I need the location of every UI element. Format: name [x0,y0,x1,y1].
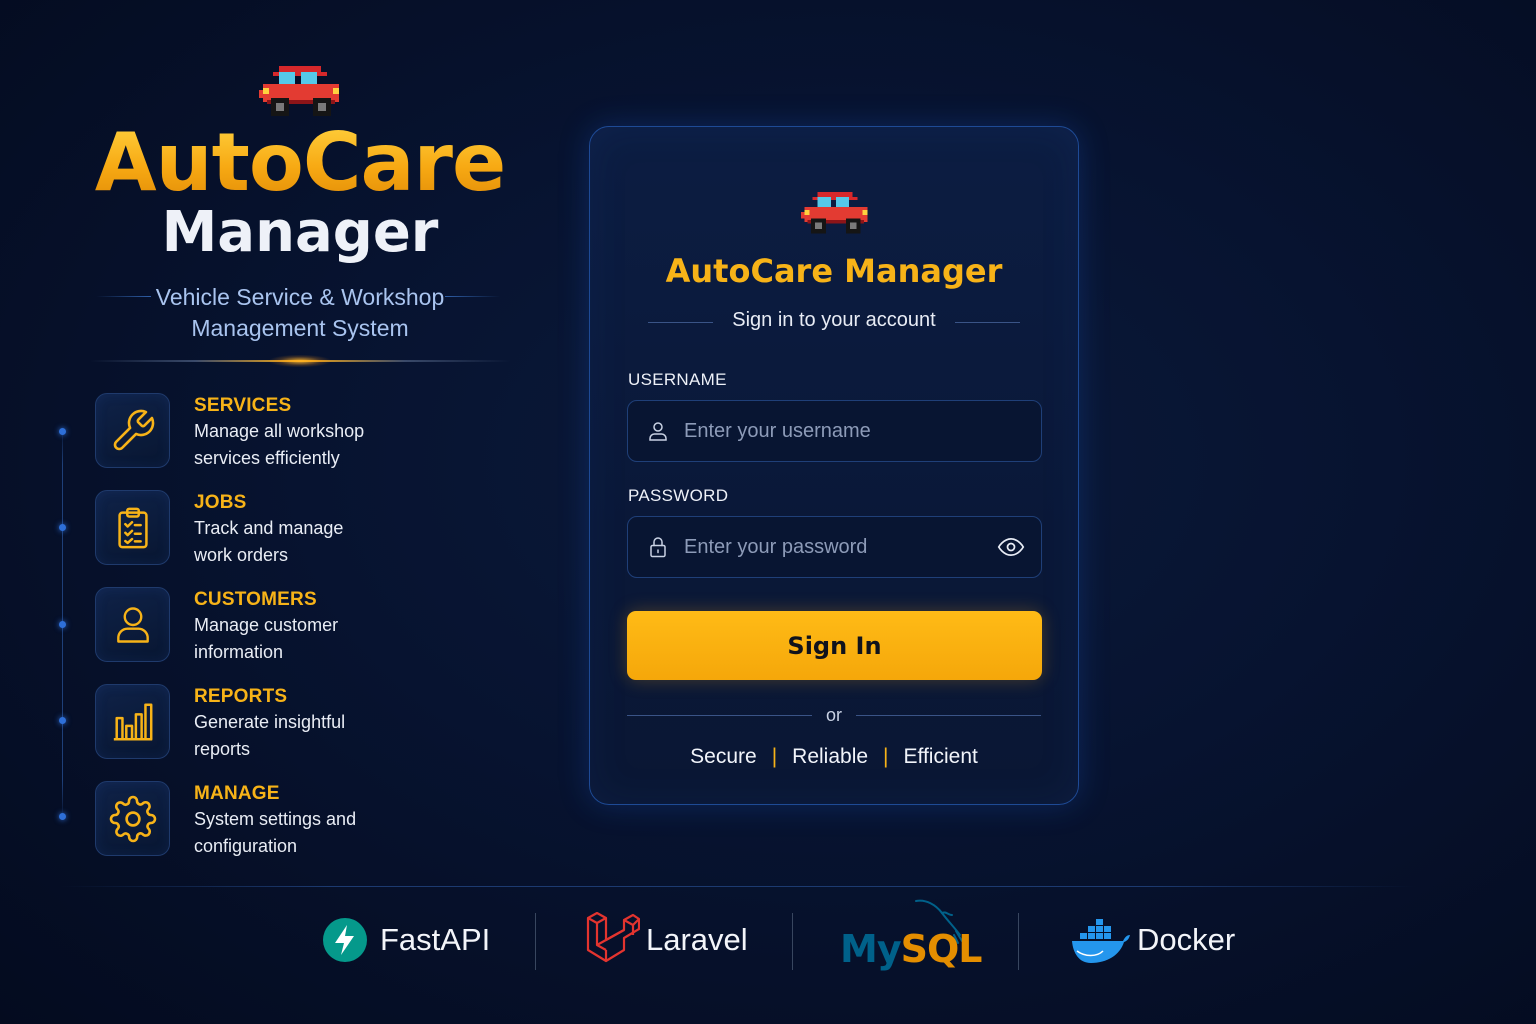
password-label: PASSWORD [628,486,729,505]
password-field [627,516,1042,578]
username-input[interactable] [684,419,1041,443]
feature-desc: System settings and configuration [194,809,357,856]
trait-reliable: Reliable [792,745,869,768]
login-subtitle: Sign in to your account [732,309,936,331]
feature-title: REPORTS [194,686,288,707]
timeline-dot [59,717,66,724]
feature-manage: MANAGE System settings and configuration [95,781,455,878]
laravel-logo-icon [586,912,640,963]
glow-divider [90,355,510,367]
footer-divider [60,886,1416,887]
tech-mysql: MySQL MySQL [840,899,982,975]
clipboard-checklist-icon [95,490,170,565]
login-title: AutoCare Manager [665,252,1003,290]
tech-name: Laravel [646,922,748,957]
fastapi-logo-icon [323,918,367,962]
brand-title: AutoCare [70,120,530,206]
feature-customers: CUSTOMERS Manage customer information [95,587,455,684]
mysql-logo: MySQL MySQL [840,899,982,975]
traits-row: Secure | Reliable | Efficient [590,745,1078,769]
feature-jobs: JOBS Track and manage work orders [95,490,455,587]
feature-title: SERVICES [194,395,292,416]
feature-desc: Generate insightful reports [194,712,346,759]
brand-subtitle: Manager [161,200,439,265]
tech-name: MySQL [840,905,841,906]
feature-desc: Track and manage work orders [194,518,344,565]
trait-secure: Secure [690,745,757,768]
trait-separator: | [883,745,889,768]
feature-title: CUSTOMERS [194,589,317,610]
tech-separator [1018,913,1019,970]
or-label: or [825,705,842,725]
username-field [627,400,1042,462]
feature-desc: Manage customer information [194,615,339,662]
features-list: SERVICES Manage all workshop services ef… [95,393,455,878]
login-card: AutoCare Manager Sign in to your account… [589,126,1079,805]
gear-icon [95,781,170,856]
timeline-dot [59,621,66,628]
tech-docker: Docker [1071,905,1235,975]
trait-efficient: Efficient [903,745,978,768]
sign-in-button[interactable]: Sign In [627,611,1042,680]
lock-icon [628,535,688,559]
timeline-dot [59,428,66,435]
feature-services: SERVICES Manage all workshop services ef… [95,393,455,490]
tech-name: Docker [1137,922,1236,957]
timeline-dot [59,524,66,531]
trait-separator: | [771,745,778,768]
tech-separator [792,913,793,970]
tech-separator [535,913,536,970]
brand-panel: AutoCare Manager Vehicle Service & Works… [70,60,530,367]
tagline-line2: Management System [191,315,409,341]
feature-desc: Manage all workshop services efficiently [194,421,365,468]
tech-name: FastAPI [380,922,491,957]
car-icon [801,191,868,234]
password-input[interactable] [684,535,981,559]
user-icon [628,419,688,443]
bar-chart-icon [95,684,170,759]
mysql-wordmark-sql: SQL [900,927,983,971]
feature-reports: REPORTS Generate insightful reports [95,684,455,781]
username-label: USERNAME [628,370,727,389]
tagline: Vehicle Service & Workshop Management Sy… [70,282,530,344]
car-icon [259,66,339,116]
tech-fastapi: FastAPI [322,905,490,975]
timeline-dot [59,813,66,820]
wrench-icon [95,393,170,468]
user-icon [95,587,170,662]
tagline-line1: Vehicle Service & Workshop [155,284,445,310]
mysql-wordmark: MySQL [840,927,983,971]
tech-laravel: Laravel [586,905,748,975]
feature-title: JOBS [194,492,247,513]
mysql-wordmark-my: My [840,927,902,971]
show-password-eye-icon[interactable] [981,533,1041,561]
docker-whale-icon [1072,919,1130,963]
feature-title: MANAGE [194,783,280,804]
